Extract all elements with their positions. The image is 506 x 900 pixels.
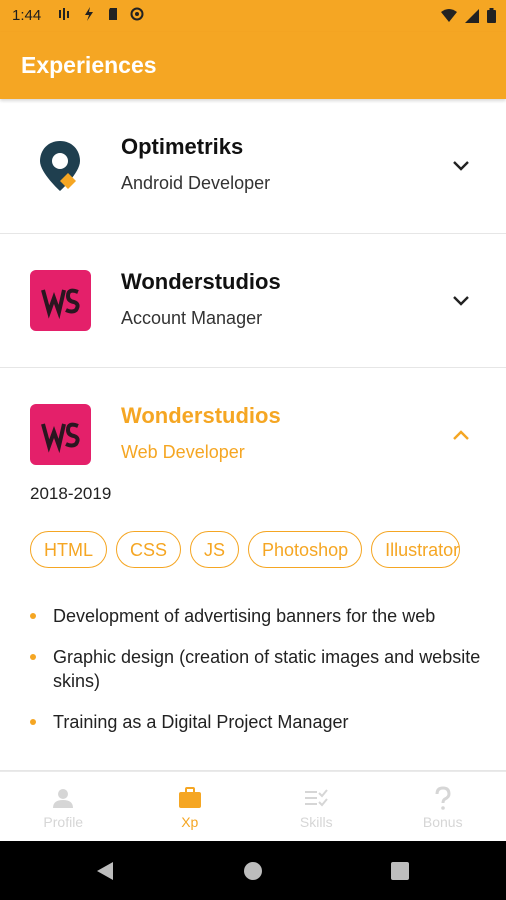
task-item: Development of advertising banners for t… — [30, 604, 490, 628]
task-text: Graphic design (creation of static image… — [53, 647, 481, 691]
nav-label: Xp — [181, 814, 199, 830]
skill-chip[interactable]: HTML — [30, 531, 107, 568]
bottom-navigation: Profile Xp Skills Bonus — [0, 771, 506, 842]
experience-dates: 2018-2019 — [30, 484, 112, 503]
task-text: Training as a Digital Project Manager — [53, 712, 349, 732]
skill-chip[interactable]: JS — [190, 531, 240, 568]
battery-icon — [487, 8, 496, 23]
ws-logo — [30, 404, 91, 465]
role-title: Android Developer — [121, 173, 271, 193]
bullet-dot-icon — [30, 719, 36, 725]
status-bar: 1:44 — [0, 0, 506, 32]
nav-skills[interactable]: Skills — [253, 772, 380, 842]
bolt-icon — [85, 7, 93, 21]
role-title: Web Developer — [121, 442, 245, 462]
wifi-icon — [441, 9, 457, 22]
system-navigation-bar — [0, 841, 506, 900]
person-icon — [53, 789, 74, 808]
task-list: Development of advertising banners for t… — [30, 604, 490, 751]
ws-mark-icon — [41, 288, 80, 320]
experience-item[interactable]: Optimetriks Android Developer — [0, 99, 506, 234]
nav-profile[interactable]: Profile — [0, 772, 127, 842]
sd-card-icon — [109, 8, 117, 20]
skill-chips: HTML CSS JS Photoshop Illustrator — [30, 531, 461, 568]
company-name: Wonderstudios — [121, 269, 281, 294]
status-time: 1:44 — [12, 7, 42, 24]
chevron-down-icon[interactable] — [452, 160, 470, 172]
checklist-icon — [305, 789, 329, 807]
ws-mark-icon — [41, 422, 80, 454]
nav-bonus[interactable]: Bonus — [380, 772, 506, 842]
task-item: Graphic design (creation of static image… — [30, 645, 490, 693]
task-item: Training as a Digital Project Manager — [30, 710, 490, 734]
bullet-dot-icon — [30, 654, 36, 660]
system-status-icons — [441, 8, 496, 23]
experience-item[interactable]: Wonderstudios Account Manager — [0, 234, 506, 368]
nav-label: Bonus — [422, 814, 463, 830]
map-pin-logo — [40, 141, 80, 191]
bullet-dot-icon — [30, 613, 36, 619]
company-name: Wonderstudios — [121, 403, 281, 428]
skill-chip[interactable]: Illustrator — [371, 531, 461, 568]
at-sign-icon — [130, 7, 144, 21]
question-icon — [435, 786, 451, 810]
page-title: Experiences — [21, 52, 157, 78]
nav-label: Profile — [43, 814, 84, 830]
task-text: Development of advertising banners for t… — [53, 606, 436, 626]
nav-label: Skills — [299, 814, 333, 830]
cell-signal-icon — [465, 8, 479, 23]
skill-chip[interactable]: Photoshop — [248, 531, 363, 568]
ws-logo — [30, 270, 91, 331]
home-icon[interactable] — [244, 862, 262, 880]
briefcase-icon — [178, 787, 201, 808]
skill-chip[interactable]: CSS — [116, 531, 182, 568]
chevron-down-icon[interactable] — [452, 295, 470, 307]
notification-icons — [58, 7, 144, 21]
chevron-up-icon[interactable] — [452, 429, 470, 441]
role-title: Account Manager — [121, 308, 263, 328]
company-name: Optimetriks — [121, 134, 244, 159]
recent-apps-icon[interactable] — [391, 862, 409, 880]
nav-xp[interactable]: Xp — [127, 772, 254, 842]
back-icon[interactable] — [97, 862, 113, 880]
app-bar: Experiences — [0, 32, 506, 99]
bars-notification-icon — [59, 8, 69, 20]
